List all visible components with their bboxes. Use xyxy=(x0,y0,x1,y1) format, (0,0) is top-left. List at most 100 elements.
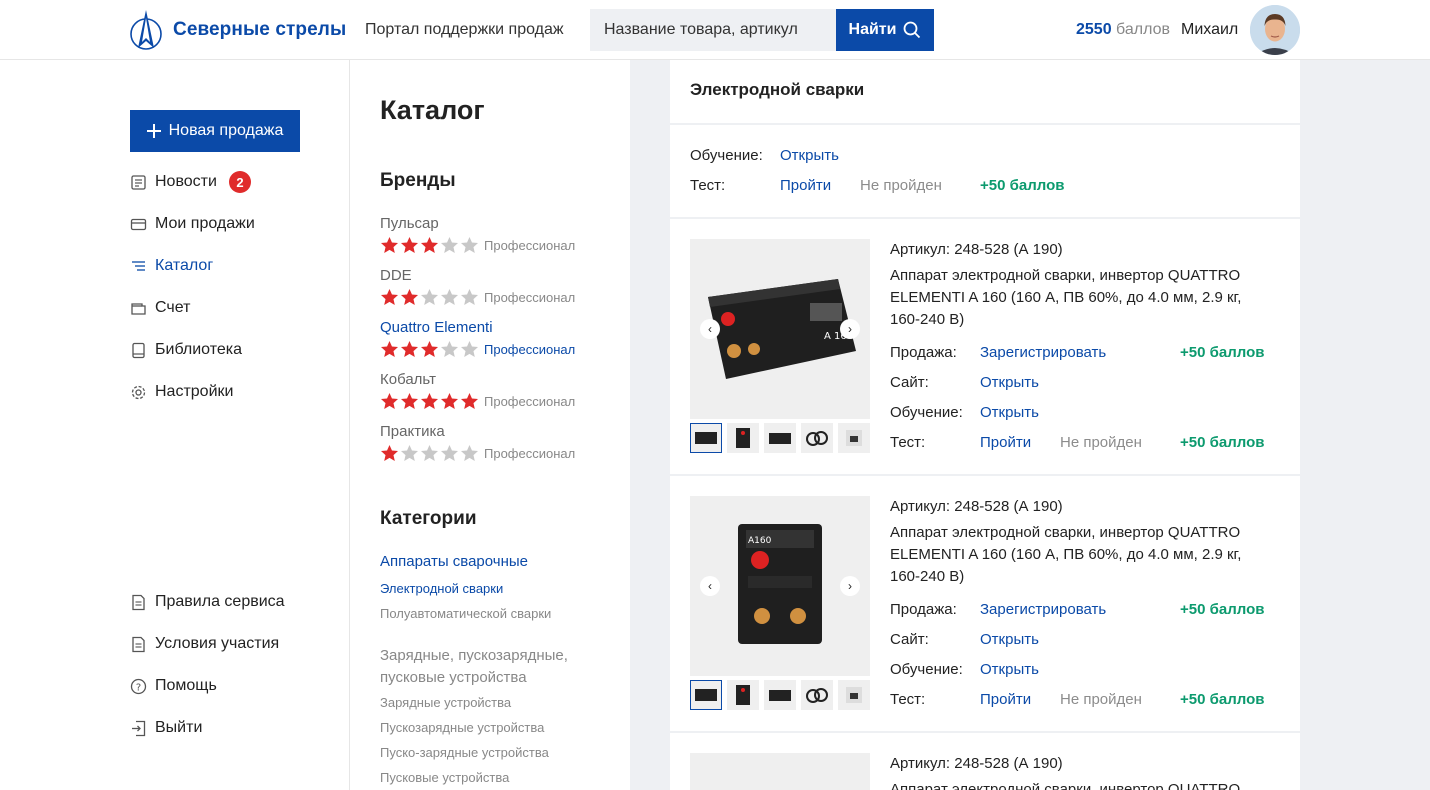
sidebar-item-service-rules[interactable]: Правила сервиса xyxy=(130,590,285,614)
new-sale-label: Новая продажа xyxy=(168,122,284,139)
thumbnail[interactable] xyxy=(690,680,722,710)
points-value: 2550 xyxy=(1076,21,1112,38)
product-image[interactable]: A 16 ‹ › xyxy=(690,239,870,419)
category-charge-start-2[interactable]: Пуско-зарядные устройства xyxy=(380,745,549,760)
site-link[interactable]: Открыть xyxy=(980,631,1039,648)
section-training-link[interactable]: Открыть xyxy=(780,147,839,164)
product-article: Артикул: 248-528 (А 190) xyxy=(890,755,1063,772)
document-icon xyxy=(132,636,145,652)
sidebar-item-news[interactable]: Новости 2 xyxy=(130,170,251,194)
brand-name[interactable]: Северные стрелы xyxy=(173,19,346,41)
thumbnail[interactable] xyxy=(801,680,833,710)
list-icon xyxy=(132,260,145,271)
star-empty-icon xyxy=(400,444,419,462)
next-image-button[interactable]: › xyxy=(840,319,860,339)
section-test-link[interactable]: Пройти xyxy=(780,177,831,194)
thumbnail[interactable] xyxy=(764,423,796,453)
brand-item[interactable]: Практика Профессионал xyxy=(380,423,620,463)
brand-item[interactable]: DDE Профессионал xyxy=(380,267,620,307)
search-input[interactable] xyxy=(590,9,836,51)
article-value: 248-528 (А 190) xyxy=(954,241,1063,258)
star-filled-icon xyxy=(400,392,419,410)
product-image[interactable] xyxy=(690,753,870,790)
star-filled-icon xyxy=(380,288,399,306)
category-electrode-welding[interactable]: Электродной сварки xyxy=(380,581,503,596)
star-empty-icon xyxy=(460,288,479,306)
product-name[interactable]: Аппарат электродной сварки, инвертор QUA… xyxy=(890,265,1270,331)
brand-rating: Профессионал xyxy=(380,287,620,307)
test-points: +50 баллов xyxy=(1180,691,1265,708)
category-chargers[interactable]: Зарядные устройства xyxy=(380,695,511,710)
thumbnail[interactable] xyxy=(838,680,870,710)
prev-image-button[interactable]: ‹ xyxy=(700,319,720,339)
article-label: Артикул: xyxy=(890,241,951,258)
thumbnail[interactable] xyxy=(690,423,722,453)
user-name[interactable]: Михаил xyxy=(1181,21,1238,39)
thumbnail[interactable] xyxy=(727,423,759,453)
divider xyxy=(670,123,1300,125)
sidebar-item-settings[interactable]: Настройки xyxy=(130,380,233,404)
product-name[interactable]: Аппарат электродной сварки, инвертор QUA… xyxy=(890,779,1270,790)
category-starters[interactable]: Пусковые устройства xyxy=(380,770,509,785)
new-sale-button[interactable]: Новая продажа xyxy=(130,110,300,152)
brand-name: Пульсар xyxy=(380,215,439,232)
sidebar-item-label: Помощь xyxy=(155,677,217,694)
sidebar-item-label: Правила сервиса xyxy=(155,593,285,610)
category-charge-start[interactable]: Пускозарядные устройства xyxy=(380,720,544,735)
sidebar-item-label: Счет xyxy=(155,299,191,316)
product-article: Артикул: 248-528 (А 190) xyxy=(890,498,1063,515)
thumbnail[interactable] xyxy=(801,423,833,453)
sale-points: +50 баллов xyxy=(1180,344,1265,361)
site-link[interactable]: Открыть xyxy=(980,374,1039,391)
avatar[interactable] xyxy=(1250,5,1300,55)
thumbnail[interactable] xyxy=(764,680,796,710)
thumbnail[interactable] xyxy=(727,680,759,710)
next-image-button[interactable]: › xyxy=(840,576,860,596)
svg-text:A160: A160 xyxy=(748,536,772,546)
brand-rating: Профессионал xyxy=(380,391,620,411)
register-sale-link[interactable]: Зарегистрировать xyxy=(980,344,1106,361)
prev-image-button[interactable]: ‹ xyxy=(700,576,720,596)
product-name[interactable]: Аппарат электродной сварки, инвертор QUA… xyxy=(890,522,1270,588)
register-sale-link[interactable]: Зарегистрировать xyxy=(980,601,1106,618)
training-link[interactable]: Открыть xyxy=(980,404,1039,421)
category-welding-machines[interactable]: Аппараты сварочные xyxy=(380,553,528,570)
star-filled-icon xyxy=(420,392,439,410)
products-panel: Электродной сварки Обучение: Открыть Тес… xyxy=(670,60,1300,790)
star-filled-icon xyxy=(380,236,399,254)
test-status: Не пройден xyxy=(1060,434,1142,451)
sidebar-item-terms[interactable]: Условия участия xyxy=(130,632,279,656)
test-points: +50 баллов xyxy=(1180,434,1265,451)
brand-item-selected[interactable]: Quattro Elementi Профессионал xyxy=(380,319,620,359)
brand-name: Практика xyxy=(380,423,445,440)
sidebar-item-account[interactable]: Счет xyxy=(130,296,190,320)
brand-item[interactable]: Кобальт Профессионал xyxy=(380,371,620,411)
product-article: Артикул: 248-528 (А 190) xyxy=(890,241,1063,258)
sidebar-item-help[interactable]: ? Помощь xyxy=(130,674,217,698)
avatar-photo-icon xyxy=(1250,5,1300,55)
star-empty-icon xyxy=(440,444,459,462)
sidebar-item-library[interactable]: Библиотека xyxy=(130,338,242,362)
product-image[interactable]: A160 ‹ › xyxy=(690,496,870,676)
brand-item[interactable]: Пульсар Профессионал xyxy=(380,215,620,255)
test-link[interactable]: Пройти xyxy=(980,691,1031,708)
sidebar-item-my-sales[interactable]: Мои продажи xyxy=(130,212,255,236)
category-semiauto-welding[interactable]: Полуавтоматической сварки xyxy=(380,606,551,621)
star-empty-icon xyxy=(440,288,459,306)
thumbnail[interactable] xyxy=(838,423,870,453)
star-filled-icon xyxy=(460,392,479,410)
sidebar-item-catalog[interactable]: Каталог xyxy=(130,254,213,278)
card-icon xyxy=(130,218,147,230)
search-button[interactable]: Найти xyxy=(836,9,934,51)
sidebar-item-label: Библиотека xyxy=(155,341,242,358)
test-link[interactable]: Пройти xyxy=(980,434,1031,451)
sidebar-item-label: Мои продажи xyxy=(155,215,255,232)
logo-icon[interactable] xyxy=(128,8,164,52)
star-filled-icon xyxy=(440,392,459,410)
article-value: 248-528 (А 190) xyxy=(954,755,1063,772)
sidebar-item-logout[interactable]: Выйти xyxy=(130,716,202,740)
divider xyxy=(670,217,1300,219)
training-link[interactable]: Открыть xyxy=(980,661,1039,678)
points-balance[interactable]: 2550 баллов xyxy=(1076,21,1170,39)
category-chargers-group[interactable]: Зарядные, пускозарядные, пусковые устрой… xyxy=(380,645,610,689)
